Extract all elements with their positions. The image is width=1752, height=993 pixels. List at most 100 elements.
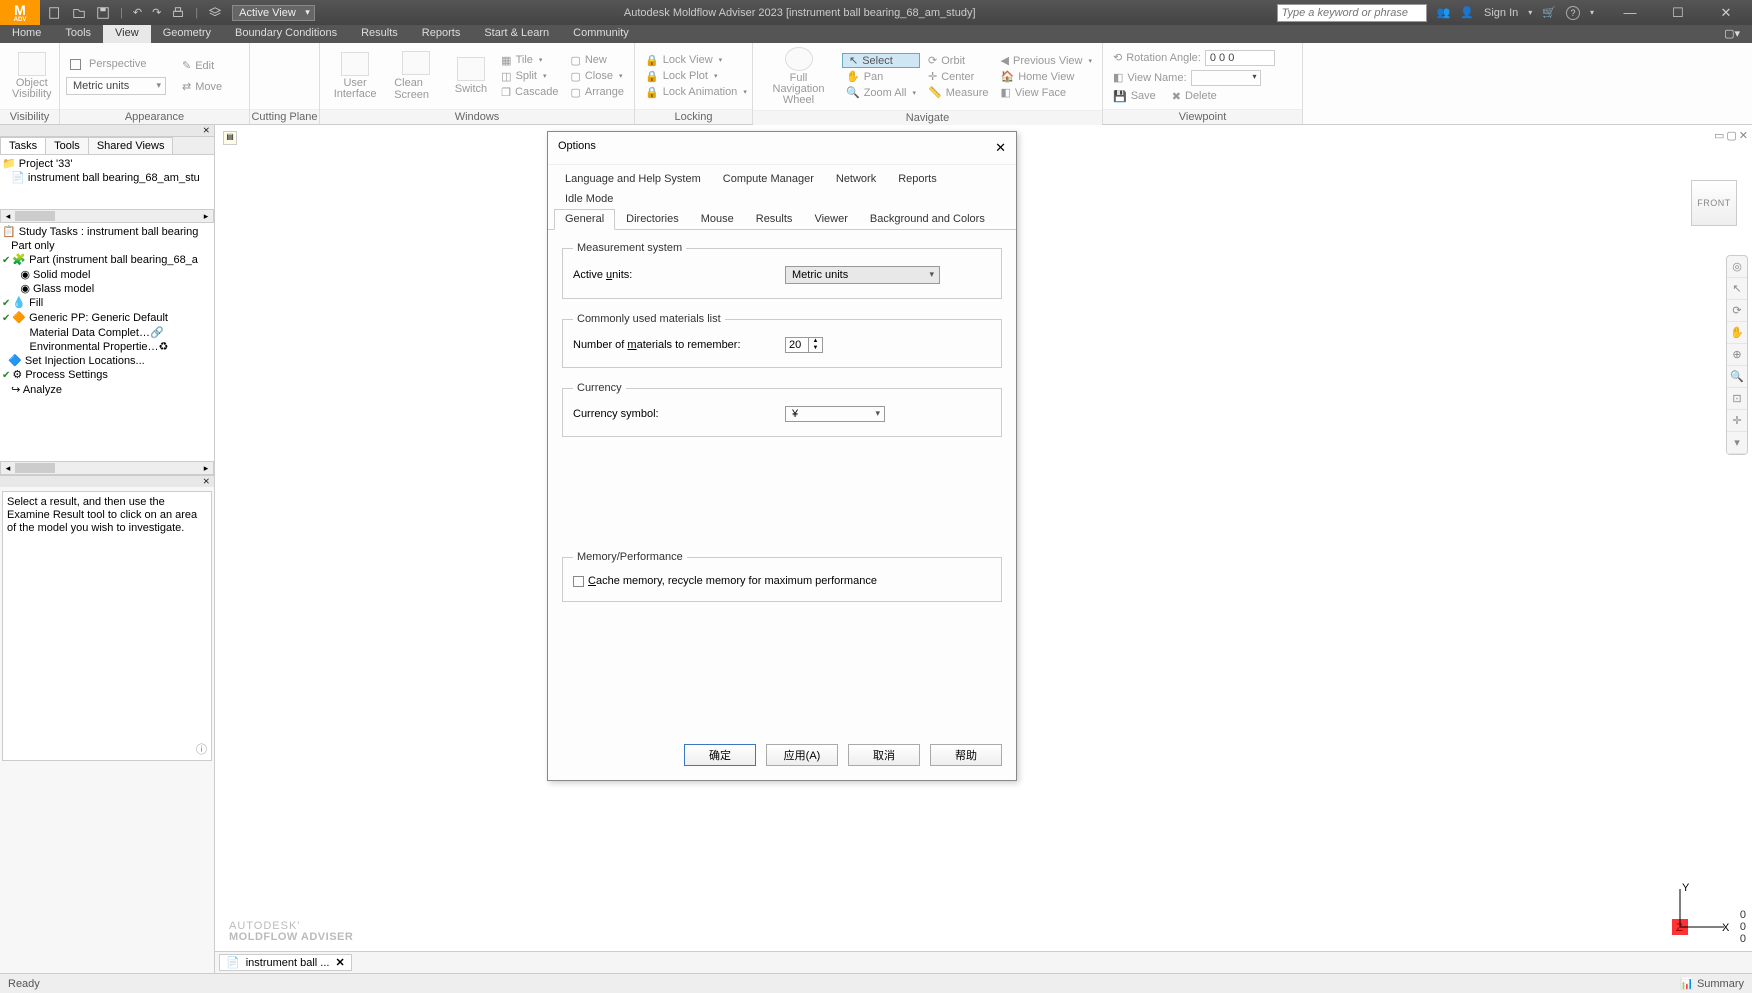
edit-button[interactable]: ✎ Edit	[178, 58, 226, 73]
zoom-tool-icon[interactable]: 🔍	[1727, 366, 1747, 388]
cache-memory-checkbox[interactable]	[573, 576, 584, 587]
perspective-toggle[interactable]: Perspective	[66, 57, 166, 71]
project-tree[interactable]: 📁 Project '33' 📄 instrument ball bearing…	[0, 155, 214, 209]
menu-view[interactable]: View	[103, 25, 151, 43]
new-icon[interactable]	[48, 6, 62, 20]
help-button[interactable]: 帮助	[930, 744, 1002, 766]
sign-in-link[interactable]: Sign In	[1484, 7, 1518, 19]
menu-tools[interactable]: Tools	[53, 25, 103, 43]
close-button[interactable]: ✕	[1712, 5, 1740, 21]
close-window-button[interactable]: ▢ Close▾	[566, 69, 628, 84]
cancel-button[interactable]: 取消	[848, 744, 920, 766]
tab-tasks[interactable]: Tasks	[0, 137, 46, 154]
tree-item[interactable]: Material Data Complet…🔗	[2, 326, 212, 340]
center-button[interactable]: ✛ Center	[924, 69, 993, 84]
tab-network[interactable]: Network	[825, 169, 887, 189]
move-button[interactable]: ⇄ Move	[178, 79, 226, 94]
tab-viewer[interactable]: Viewer	[803, 209, 858, 229]
print-icon[interactable]	[171, 6, 185, 20]
tab-compute-manager[interactable]: Compute Manager	[712, 169, 825, 189]
tab-language[interactable]: Language and Help System	[554, 169, 712, 189]
ribbon-help-icon[interactable]: ▢▾	[1712, 25, 1752, 43]
split-button[interactable]: ◫ Split▾	[497, 69, 562, 84]
select-button[interactable]: ↖ Select	[842, 53, 920, 68]
axis-triad[interactable]: Y X Z	[1672, 883, 1732, 943]
lock-view-button[interactable]: 🔒 Lock View▾	[641, 53, 751, 68]
tree-item-study[interactable]: 📄 instrument ball bearing_68_am_stu	[2, 171, 212, 185]
close-tab-icon[interactable]: ✕	[335, 956, 344, 969]
tab-tools[interactable]: Tools	[45, 137, 89, 154]
document-marker-icon[interactable]: ▤	[223, 131, 237, 145]
save-viewpoint-button[interactable]: 💾 Save	[1109, 89, 1160, 104]
select-tool-icon[interactable]: ↖	[1727, 278, 1747, 300]
tree-item[interactable]: Part only	[2, 239, 212, 253]
toolbar-expand-icon[interactable]: ▾	[1727, 432, 1747, 454]
active-units-select[interactable]: Metric units	[785, 266, 940, 284]
binoculars-icon[interactable]: 👥	[1437, 6, 1451, 19]
zoom-window-icon[interactable]: ⊡	[1727, 388, 1747, 410]
zoom-in-icon[interactable]: ⊕	[1727, 344, 1747, 366]
tab-general[interactable]: General	[554, 209, 615, 230]
object-visibility-button[interactable]: Object Visibility	[6, 50, 58, 102]
previous-view-button[interactable]: ◀ Previous View▾	[997, 53, 1096, 68]
menu-geometry[interactable]: Geometry	[151, 25, 223, 43]
lock-animation-button[interactable]: 🔒 Lock Animation▾	[641, 85, 751, 100]
pane-close-icon[interactable]: ⨯	[0, 475, 214, 487]
center-tool-icon[interactable]: ✛	[1727, 410, 1747, 432]
tab-background[interactable]: Background and Colors	[859, 209, 996, 229]
view-name-dropdown[interactable]: ▾	[1191, 70, 1261, 86]
menu-startlearn[interactable]: Start & Learn	[472, 25, 561, 43]
steering-wheel-icon[interactable]: ◎	[1727, 256, 1747, 278]
status-summary[interactable]: 📊 Summary	[1680, 977, 1744, 990]
clean-screen-button[interactable]: Clean Screen	[388, 49, 445, 103]
measure-button[interactable]: 📏 Measure	[924, 85, 993, 100]
tree-item[interactable]: ↪ Analyze	[2, 383, 212, 397]
tab-mouse[interactable]: Mouse	[690, 209, 745, 229]
tree-hscroll[interactable]: ◂▸	[0, 209, 214, 223]
save-icon[interactable]	[96, 6, 110, 20]
pane-close-icon[interactable]: ⨯	[0, 125, 214, 137]
spin-down-icon[interactable]: ▼	[809, 345, 822, 352]
orbit-button[interactable]: ⟳ Orbit	[924, 53, 993, 68]
menu-results[interactable]: Results	[349, 25, 410, 43]
home-view-button[interactable]: 🏠 Home View	[997, 69, 1096, 84]
search-input[interactable]	[1277, 4, 1427, 22]
currency-symbol-select[interactable]: ¥	[785, 406, 885, 422]
tree-item-project[interactable]: 📁 Project '33'	[2, 157, 212, 171]
tree-item[interactable]: ◉ Solid model	[2, 268, 212, 282]
tab-idle-mode[interactable]: Idle Mode	[554, 189, 624, 209]
zoom-all-button[interactable]: 🔍 Zoom All▾	[842, 85, 920, 100]
chevron-down-icon[interactable]: ▾	[1528, 8, 1532, 17]
orbit-tool-icon[interactable]: ⟳	[1727, 300, 1747, 322]
materials-count-input[interactable]	[785, 337, 809, 353]
ok-button[interactable]: 确定	[684, 744, 756, 766]
view-cube[interactable]: FRONT	[1691, 180, 1737, 226]
tab-shared-views[interactable]: Shared Views	[88, 137, 174, 154]
menu-reports[interactable]: Reports	[410, 25, 473, 43]
lock-plot-button[interactable]: 🔒 Lock Plot▾	[641, 69, 751, 84]
menu-community[interactable]: Community	[561, 25, 641, 43]
cache-memory-label[interactable]: Cache memory, recycle memory for maximum…	[588, 575, 991, 587]
pan-button[interactable]: ✋ Pan	[842, 69, 920, 84]
new-window-button[interactable]: ▢ New	[566, 53, 628, 68]
tree-item[interactable]: ✔🧩 Part (instrument ball bearing_68_a	[2, 253, 212, 268]
chevron-down-icon[interactable]: ▾	[1590, 8, 1594, 17]
tab-directories[interactable]: Directories	[615, 209, 690, 229]
viewport-mini-controls[interactable]: ▭▢✕	[1714, 129, 1748, 142]
cascade-button[interactable]: ❐ Cascade	[497, 85, 562, 100]
apply-button[interactable]: 应用(A)	[766, 744, 838, 766]
undo-icon[interactable]: ↶	[133, 6, 142, 19]
pan-tool-icon[interactable]: ✋	[1727, 322, 1747, 344]
layers-icon[interactable]	[208, 6, 222, 20]
tab-results[interactable]: Results	[745, 209, 804, 229]
study-tasks-tree[interactable]: 📋 Study Tasks : instrument ball bearing …	[0, 223, 214, 461]
cart-icon[interactable]: 🛒	[1542, 6, 1556, 19]
delete-viewpoint-button[interactable]: ✖ Delete	[1168, 89, 1221, 104]
dialog-close-icon[interactable]: ✕	[995, 140, 1006, 156]
tree-item[interactable]: ✔💧 Fill	[2, 296, 212, 311]
open-icon[interactable]	[72, 6, 86, 20]
app-logo[interactable]: MADV	[0, 0, 40, 25]
user-interface-button[interactable]: User Interface	[326, 50, 384, 102]
rotation-angle-input[interactable]	[1205, 50, 1275, 66]
units-dropdown[interactable]: Metric units	[66, 77, 166, 95]
